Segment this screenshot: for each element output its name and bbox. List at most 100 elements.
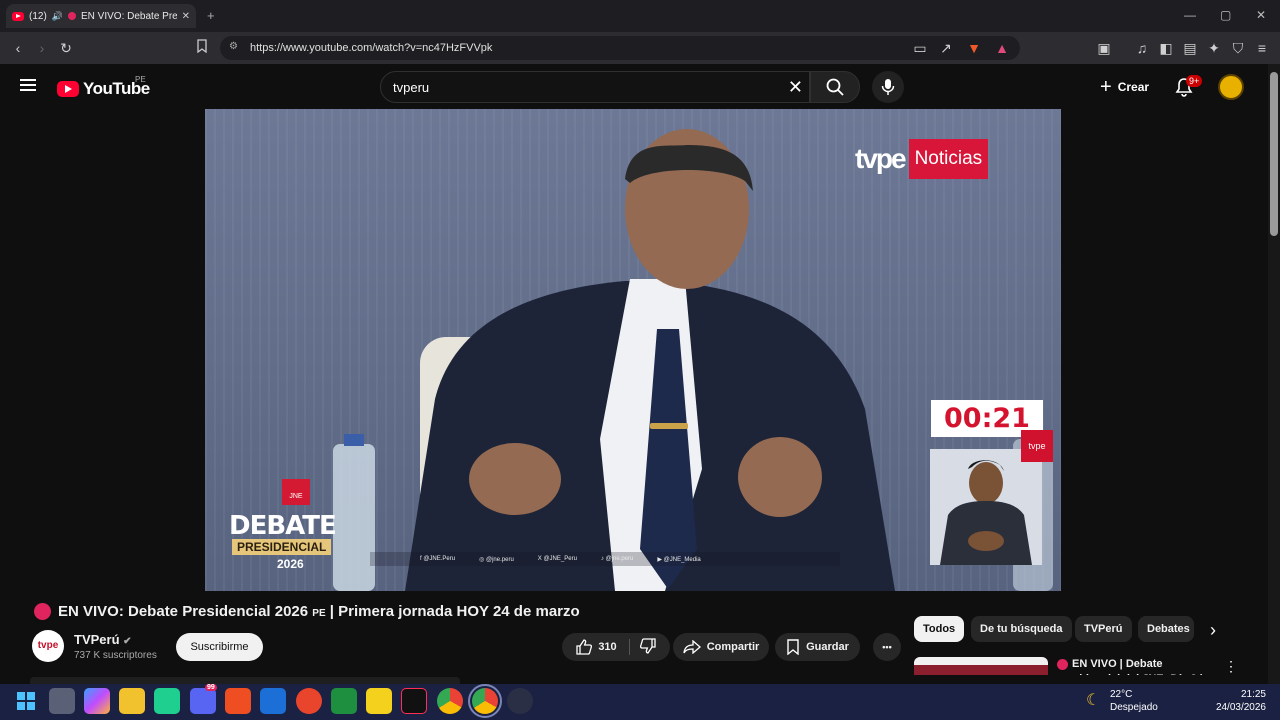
verified-icon: ✔ <box>123 636 132 647</box>
share-button[interactable]: Compartir <box>673 633 769 661</box>
save-button[interactable]: Guardar <box>775 633 860 661</box>
more-actions-button[interactable]: ••• <box>873 633 901 661</box>
like-dislike-group: 310 <box>562 633 670 661</box>
close-window-button[interactable]: ✕ <box>1256 8 1266 22</box>
tab-count: (12) <box>29 10 47 22</box>
channel-name[interactable]: TVPerú ✔ <box>74 632 132 647</box>
speaker-icon[interactable]: 🔊 <box>52 11 63 22</box>
title-part-1: EN VIVO: Debate Presidencial 2026 <box>58 603 313 620</box>
url-text: https://www.youtube.com/watch?v=nc47HzFV… <box>250 42 493 54</box>
channel-avatar[interactable]: tvpe <box>32 630 64 662</box>
weather-widget[interactable]: 22°C Despejado <box>1110 688 1158 714</box>
chip-debates[interactable]: Debates <box>1138 616 1194 642</box>
sign-language-interpreter <box>930 449 1042 565</box>
app-icon-dark[interactable] <box>507 688 533 714</box>
chrome-icon[interactable] <box>437 688 463 714</box>
vpn-icon[interactable]: ⛉ <box>1228 38 1248 58</box>
subscriber-count: 737 K suscriptores <box>74 650 157 661</box>
tab-close-icon[interactable]: ✕ <box>182 11 190 22</box>
start-button[interactable] <box>13 688 39 714</box>
minimize-button[interactable]: — <box>1184 8 1196 22</box>
ai-assistant-icon[interactable]: ✦ <box>1204 38 1224 58</box>
save-icon <box>787 639 799 655</box>
new-tab-button[interactable]: + <box>207 8 215 23</box>
brave-icon[interactable] <box>225 688 251 714</box>
windows-logo-icon <box>17 692 35 710</box>
copilot-icon[interactable] <box>84 688 110 714</box>
menu-icon[interactable]: ≡ <box>1252 38 1272 58</box>
reader-mode-icon[interactable]: ▣ <box>1094 38 1114 58</box>
forward-icon[interactable]: › <box>32 38 52 58</box>
tiktok-icon[interactable] <box>401 688 427 714</box>
share-label: Compartir <box>706 641 760 653</box>
live-dot-icon <box>68 12 77 20</box>
debate-word: DEBATE <box>229 511 337 541</box>
create-button[interactable]: + Crear <box>1092 73 1157 101</box>
app-icon-green[interactable] <box>154 688 180 714</box>
chip-todos[interactable]: Todos <box>914 616 965 642</box>
music-icon[interactable]: ♫ <box>1132 38 1152 58</box>
video-player[interactable]: tvpe Noticias 00:21 JNE DEBATE PRESIDENC… <box>205 109 1061 591</box>
rec-more-icon[interactable]: ⋮ <box>1224 658 1238 675</box>
discord-badge: 99 <box>205 684 217 691</box>
microphone-icon <box>881 79 895 95</box>
browser-tab-strip: (12) 🔊 EN VIVO: Debate Pre: ✕ + — ▢ ✕ <box>0 0 1280 32</box>
social-tiktok: ♪ @jne.peru <box>600 556 634 562</box>
debate-presidencial-label: PRESIDENCIAL <box>232 539 332 555</box>
moon-weather-icon: ☾ <box>1086 692 1101 709</box>
youtube-favicon-icon <box>12 11 24 21</box>
thumbs-down-icon <box>639 637 656 654</box>
dislike-button[interactable] <box>636 637 656 657</box>
save-label: Guardar <box>806 641 849 653</box>
address-bar[interactable]: ⚙ https://www.youtube.com/watch?v=nc47Hz… <box>220 36 1020 60</box>
voice-search-button[interactable] <box>872 71 904 103</box>
cast-icon[interactable]: ▭ <box>910 38 930 58</box>
tvpe-watermark: tvpe <box>1021 430 1053 462</box>
discord-icon[interactable]: 99 <box>190 684 217 714</box>
youtube-play-icon <box>57 81 79 97</box>
share-icon <box>683 640 701 654</box>
excel-icon[interactable] <box>331 688 357 714</box>
thumbs-up-icon <box>576 639 593 655</box>
social-x: X @JNE_Peru <box>537 556 577 562</box>
task-view-icon[interactable] <box>49 688 75 714</box>
weather-temp: 22°C <box>1110 689 1133 700</box>
share-page-icon[interactable]: ↗ <box>936 38 956 58</box>
app-icon-red[interactable] <box>296 688 322 714</box>
brave-shields-icon[interactable]: ▼ <box>964 38 984 58</box>
tvpe-brand: tvpe <box>855 143 907 174</box>
back-icon[interactable]: ‹ <box>8 38 28 58</box>
brave-rewards-icon[interactable]: ▲ <box>992 38 1012 58</box>
chrome-active-icon[interactable] <box>468 684 502 718</box>
chevron-right-icon[interactable]: › <box>1210 620 1216 641</box>
thumbnail-band <box>914 657 1048 665</box>
like-count: 310 <box>598 641 617 653</box>
clock-time: 21:25 <box>1240 689 1266 700</box>
sticky-notes-icon[interactable] <box>366 688 392 714</box>
plus-icon: + <box>1100 75 1112 98</box>
user-avatar[interactable] <box>1218 74 1244 100</box>
scrollbar-thumb[interactable] <box>1270 72 1278 236</box>
debate-presidencial-logo: JNE DEBATE PRESIDENCIAL 2026 <box>225 479 365 574</box>
sidebar-icon[interactable]: ◧ <box>1156 38 1176 58</box>
channel-name-text: TVPerú <box>74 632 120 647</box>
reload-icon[interactable]: ↻ <box>56 38 76 58</box>
browser-tab[interactable]: (12) 🔊 EN VIVO: Debate Pre: ✕ <box>6 4 196 28</box>
clear-search-icon[interactable]: ✕ <box>788 77 803 98</box>
system-clock[interactable]: 21:25 24/03/2026 <box>1204 688 1266 714</box>
hamburger-menu-icon[interactable] <box>20 77 38 98</box>
wallet-icon[interactable]: ▤ <box>1180 38 1200 58</box>
live-indicator-icon <box>34 603 51 620</box>
chip-de-tu-busqueda[interactable]: De tu búsqueda <box>971 616 1072 642</box>
site-settings-icon[interactable]: ⚙ <box>229 41 238 52</box>
subscribe-button[interactable]: Suscribirme <box>176 633 263 661</box>
chip-tvperu[interactable]: TVPerú <box>1075 616 1132 642</box>
search-value: tvperu <box>393 79 430 95</box>
search-input[interactable]: tvperu ✕ <box>380 71 810 103</box>
maximize-button[interactable]: ▢ <box>1220 8 1231 22</box>
like-button[interactable]: 310 <box>576 639 630 655</box>
search-button[interactable] <box>810 71 860 103</box>
file-explorer-icon[interactable] <box>119 688 145 714</box>
bookmark-icon[interactable] <box>192 38 212 58</box>
outlook-icon[interactable] <box>260 688 286 714</box>
